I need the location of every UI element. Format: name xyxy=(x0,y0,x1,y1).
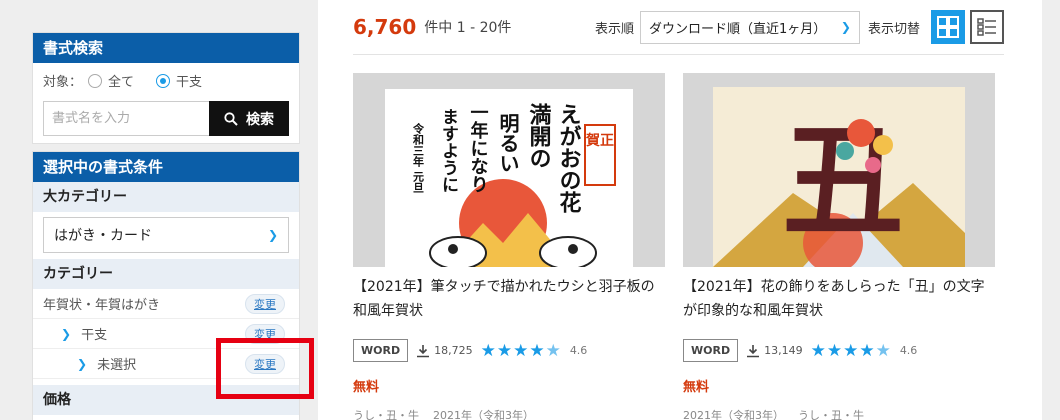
thumb-text: ますように xyxy=(438,108,458,193)
template-thumbnail[interactable]: 賀正 えがおの花 満開の 明るい 一年になり ますように 令和三年 元旦 xyxy=(353,73,665,267)
download-icon xyxy=(747,344,760,357)
chevron-right-icon: ❯ xyxy=(61,326,72,341)
conditions-panel-title: 選択中の書式条件 xyxy=(33,152,299,182)
radio-eto-label: 干支 xyxy=(176,75,203,90)
search-button[interactable]: 検索 xyxy=(209,101,289,136)
download-count-value: 13,149 xyxy=(764,344,803,357)
thumb-text: えがおの花 xyxy=(556,103,582,213)
major-category-value: はがき・カード xyxy=(54,228,152,244)
template-search-panel: 書式検索 対象： 全て 干支 検索 xyxy=(32,32,300,144)
search-button-label: 検索 xyxy=(246,111,274,128)
tag[interactable]: うし・丑・牛 xyxy=(798,407,864,420)
template-name-input[interactable] xyxy=(43,101,209,136)
template-thumbnail[interactable]: 丑 xyxy=(683,73,995,267)
radio-eto-indicator[interactable] xyxy=(156,73,171,88)
results-main: 6,760 件中 1 - 20件 表示順 ダウンロード順（直近1ヶ月） ❯ 表示… xyxy=(318,0,1042,420)
thumb-text: 一年になり xyxy=(468,103,489,193)
template-meta: WORD 13,149 ★★★★★ 4.6 xyxy=(683,339,995,362)
category-row-nengajo: 年賀状・年賀はがき 変更 xyxy=(33,289,299,319)
search-row: 検索 xyxy=(43,101,289,136)
template-title[interactable]: 【2021年】花の飾りをあしらった「丑」の文字が印象的な和風年賀状 xyxy=(683,275,995,327)
thumb-text: 満開の xyxy=(526,102,552,169)
template-meta: WORD 18,725 ★★★★★ 4.6 xyxy=(353,339,665,362)
template-card[interactable]: 賀正 えがおの花 満開の 明るい 一年になり ますように 令和三年 元旦 【20… xyxy=(353,73,665,420)
search-panel-title: 書式検索 xyxy=(33,33,299,63)
chevron-right-icon: ❯ xyxy=(77,356,88,371)
tag[interactable]: 2021年（令和3年） xyxy=(683,407,784,420)
category-row-item: ❯ 干支 xyxy=(61,324,108,344)
star-half-icon: ★ xyxy=(545,340,562,361)
sort-order-select[interactable]: ダウンロード順（直近1ヶ月） ❯ xyxy=(639,10,860,44)
category-row-item: ❯ 未選択 xyxy=(77,354,137,374)
grid-view-button[interactable] xyxy=(931,10,965,44)
radio-all-indicator[interactable] xyxy=(88,73,103,88)
price-label: 無料 xyxy=(353,380,380,395)
category-heading: カテゴリー xyxy=(33,259,299,289)
category-row-eto: ❯ 干支 変更 xyxy=(33,319,299,349)
sort-order-value: ダウンロード順（直近1ヶ月） xyxy=(648,21,827,37)
result-range: 件中 1 - 20件 xyxy=(424,20,512,36)
category-row-unselected: ❯ 未選択 変更 xyxy=(33,349,299,379)
star-rating: ★★★★★ xyxy=(480,340,562,361)
star-rating: ★★★★★ xyxy=(810,340,892,361)
format-badge: WORD xyxy=(353,339,409,362)
template-title[interactable]: 【2021年】筆タッチで描かれたウシと羽子板の和風年賀状 xyxy=(353,275,665,327)
download-count-value: 18,725 xyxy=(434,344,473,357)
tag-list: 2021年（令和3年） うし・丑・牛 xyxy=(683,407,995,420)
thumb-text: 丑 xyxy=(783,111,903,252)
radio-all-label: 全て xyxy=(108,75,135,90)
chevron-down-icon: ❯ xyxy=(267,228,278,242)
change-button[interactable]: 変更 xyxy=(245,323,285,344)
view-toggle-label: 表示切替 xyxy=(867,21,920,37)
thumb-text: 賀正 xyxy=(585,132,614,149)
nengajo-brush-ox-thumbnail: 賀正 えがおの花 満開の 明るい 一年になり ますように 令和三年 元旦 xyxy=(385,89,633,267)
format-badge: WORD xyxy=(683,339,739,362)
tag[interactable]: うし・丑・牛 xyxy=(353,407,419,420)
search-target-label: 対象： xyxy=(43,75,83,90)
change-button[interactable]: 変更 xyxy=(245,353,285,374)
nengajo-flower-ushi-thumbnail: 丑 xyxy=(713,87,965,267)
results-toolbar: 6,760 件中 1 - 20件 表示順 ダウンロード順（直近1ヶ月） ❯ 表示… xyxy=(353,0,1004,55)
category-row-label: 年賀状・年賀はがき xyxy=(43,298,161,313)
category-row-label: 未選択 xyxy=(97,358,137,373)
download-count: 18,725 xyxy=(416,344,473,358)
change-button[interactable]: 変更 xyxy=(245,293,285,314)
chevron-down-icon: ❯ xyxy=(840,20,851,34)
search-target-row: 対象： 全て 干支 xyxy=(43,71,202,90)
template-card[interactable]: 丑 【2021年】花の飾りをあしらった「丑」の文字が印象的な和風年賀状 WORD… xyxy=(683,73,995,420)
thumb-text: 明るい xyxy=(496,113,520,173)
search-icon xyxy=(224,111,238,126)
tag-list: うし・丑・牛 2021年（令和3年） xyxy=(353,407,665,420)
rating-value: 4.6 xyxy=(899,344,918,357)
sort-label: 表示順 xyxy=(594,21,634,37)
thumb-text: 令和三年 元旦 xyxy=(412,122,426,194)
major-category-heading: 大カテゴリー xyxy=(33,182,299,212)
result-count: 6,760 xyxy=(353,15,417,39)
selected-conditions-panel: 選択中の書式条件 大カテゴリー はがき・カード ❯ カテゴリー 年賀状・年賀はが… xyxy=(32,151,300,420)
list-view-icon xyxy=(977,18,996,36)
price-heading: 価格 xyxy=(33,385,299,415)
list-view-button[interactable] xyxy=(970,10,1004,44)
download-icon xyxy=(417,344,430,357)
rating-value: 4.6 xyxy=(569,344,588,357)
grid-view-icon xyxy=(937,16,959,38)
tag[interactable]: 2021年（令和3年） xyxy=(433,407,534,420)
major-category-select[interactable]: はがき・カード ❯ xyxy=(43,217,289,253)
download-count: 13,149 xyxy=(746,344,803,358)
radio-all[interactable]: 全て xyxy=(88,71,134,90)
star-half-icon: ★ xyxy=(875,340,892,361)
category-row-label: 干支 xyxy=(81,328,108,343)
radio-eto[interactable]: 干支 xyxy=(156,71,202,90)
price-label: 無料 xyxy=(683,380,710,395)
